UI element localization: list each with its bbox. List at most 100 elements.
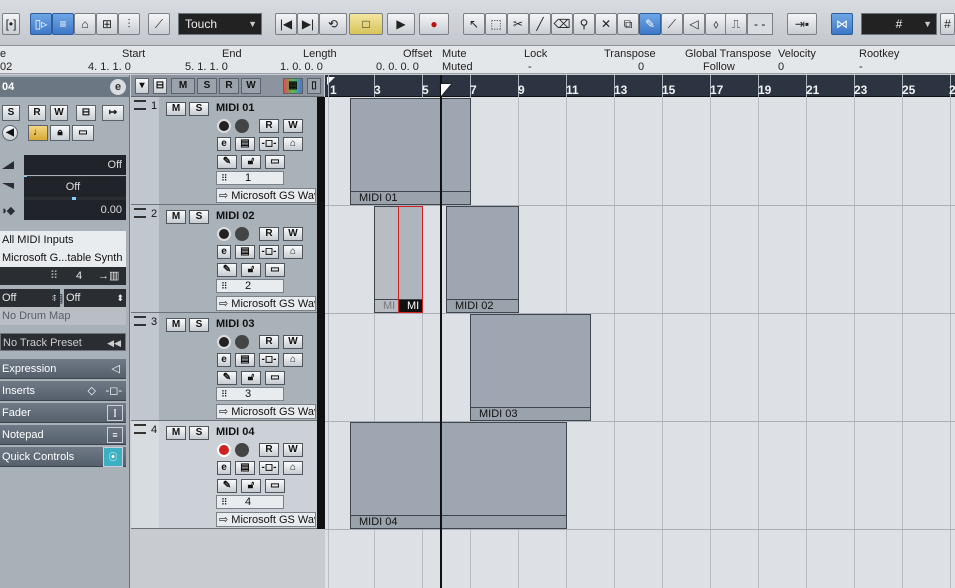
info-mute-value[interactable]: Muted <box>442 61 473 73</box>
track-list-options-icon[interactable]: ▯ <box>307 78 321 94</box>
zoom-tool-icon[interactable]: ⚲ <box>573 13 595 35</box>
monitor-icon[interactable] <box>235 335 249 349</box>
midi-channel-field[interactable]: ⠿ 3 <box>216 387 284 401</box>
monitor-icon[interactable] <box>235 227 249 241</box>
quantize-dropdown[interactable]: - - <box>747 13 773 35</box>
lock-icon[interactable]: 🔓︎ <box>241 371 261 385</box>
section-notepad[interactable]: Notepad ≡ <box>0 425 126 445</box>
info-global-transpose-value[interactable]: Follow <box>703 61 735 73</box>
edit-channel-icon[interactable]: e <box>217 353 231 367</box>
midi-channel-field[interactable]: ⠿ 4 <box>216 495 284 509</box>
read-button[interactable]: R <box>259 227 279 241</box>
ruler[interactable]: 1 3 5 7 9 11 13 15 17 19 21 23 25 2 <box>325 75 955 97</box>
mute-tool-icon[interactable]: ✕ <box>595 13 617 35</box>
show-overview-button[interactable]: ⌂ <box>74 13 96 35</box>
edit-channel-icon[interactable]: e <box>217 461 231 475</box>
track-colors-icon[interactable]: ▦ <box>283 78 303 94</box>
edit-instrument-icon[interactable]: →▥ <box>98 267 119 285</box>
track-name[interactable]: MIDI 03 <box>216 318 255 330</box>
pan-value[interactable]: Off <box>24 177 126 197</box>
timebase-icon[interactable]: -◻- <box>259 353 279 367</box>
event-display[interactable]: MIDI 01 MI MI MIDI 02 MIDI 03 MIDI 04 <box>325 97 955 588</box>
section-fader[interactable]: Fader ⫿ <box>0 403 126 423</box>
erase-tool-icon[interactable]: ⌫ <box>551 13 573 35</box>
output-routing-field[interactable]: Microsoft G...table Synth <box>0 249 126 267</box>
track-name[interactable]: MIDI 02 <box>216 210 255 222</box>
read-button[interactable]: R <box>259 335 279 349</box>
track-list-empty-area[interactable] <box>131 529 325 588</box>
edit-channel-icon[interactable]: e <box>217 137 231 151</box>
track-name[interactable]: MIDI 04 <box>216 426 255 438</box>
track-row[interactable]: 3 M S MIDI 03 R W e ▤ -◻- ⌂ ✎ 🔓︎ ▭ ⠿ 3 ⇨… <box>131 313 317 421</box>
track-row[interactable]: 2 M S MIDI 02 R W e ▤ -◻- ⌂ ✎ 🔓︎ ▭ ⠿ 2 ⇨… <box>131 205 317 313</box>
drum-map-field[interactable]: No Drum Map <box>0 307 126 325</box>
read-automation-button[interactable]: R <box>28 105 46 121</box>
midi-part-muted[interactable]: MI <box>374 206 399 313</box>
lane-icon[interactable]: ▤ <box>235 137 255 151</box>
midi-channel-field[interactable]: ⠿ 1 <box>216 171 284 185</box>
info-rootkey-value[interactable]: - <box>859 61 863 73</box>
write-button[interactable]: W <box>283 443 303 457</box>
lane-display-icon[interactable]: ▭ <box>265 155 285 169</box>
mute-button[interactable]: M <box>166 102 186 116</box>
read-button[interactable]: R <box>259 119 279 133</box>
midi-output-field[interactable]: ⇨ Microsoft GS Wavetable Synth <box>216 188 316 203</box>
midi-part[interactable]: MIDI 02 <box>446 206 519 313</box>
play-button[interactable]: ▶ <box>387 13 415 35</box>
timebase-icon[interactable]: -◻- <box>259 137 279 151</box>
monitor-icon[interactable] <box>235 443 249 457</box>
freeze-button[interactable]: ↦ <box>102 105 124 121</box>
info-velocity-value[interactable]: 0 <box>778 61 784 73</box>
info-lock-value[interactable]: - <box>528 61 532 73</box>
lane-display-icon[interactable]: ▭ <box>265 479 285 493</box>
monitor-icon[interactable] <box>235 119 249 133</box>
mute-button[interactable]: M <box>166 426 186 440</box>
info-name-value[interactable]: 02 <box>0 61 12 73</box>
lock-icon[interactable]: 🔓︎ <box>241 479 261 493</box>
input-routing-field[interactable]: All MIDI Inputs <box>0 231 126 249</box>
write-automation-button[interactable]: W <box>50 105 68 121</box>
automation-mode-icon[interactable]: ⟋ <box>148 13 170 35</box>
midi-part-selected[interactable]: MI <box>398 206 423 313</box>
split-tool-icon[interactable]: ✂ <box>507 13 529 35</box>
insert-icon[interactable]: ⌂ <box>283 461 303 475</box>
track-handle-icon[interactable] <box>134 208 146 218</box>
insert-bypass-button[interactable]: ⊟ <box>76 105 96 121</box>
info-end-value[interactable]: 5. 1. 1. 0 <box>185 61 228 73</box>
info-length-value[interactable]: 1. 0. 0. 0 <box>280 61 323 73</box>
cycle-button[interactable]: ⟲ <box>319 13 347 35</box>
read-button[interactable]: R <box>259 443 279 457</box>
edit-channel-settings-icon[interactable]: e <box>110 79 126 95</box>
volume-value[interactable]: Off <box>24 155 126 175</box>
mute-button[interactable]: M <box>166 210 186 224</box>
solo-button[interactable]: S <box>189 318 209 332</box>
solo-button[interactable]: S <box>189 426 209 440</box>
midi-channel-field[interactable]: ⠿ 4 →▥ <box>0 267 126 285</box>
write-button[interactable]: W <box>283 227 303 241</box>
track-preset-field[interactable]: No Track Preset ◀◀ <box>0 333 126 351</box>
line-tool-icon[interactable]: ⟋ <box>661 13 683 35</box>
go-to-next-marker-button[interactable]: ▶| <box>297 13 319 35</box>
insert-icon[interactable]: ⌂ <box>283 245 303 259</box>
midi-part[interactable]: MIDI 04 <box>350 422 567 529</box>
midi-output-field[interactable]: ⇨ Microsoft GS Wavetable Synth <box>216 296 316 311</box>
track-handle-icon[interactable] <box>134 100 146 110</box>
info-start-value[interactable]: 4. 1. 1. 0 <box>88 61 131 73</box>
snap-mode-icon[interactable]: ⇥▪ <box>787 13 817 35</box>
show-pool-button[interactable]: ⊞ <box>96 13 118 35</box>
section-expression[interactable]: Expression ◁ <box>0 359 126 379</box>
lane-display-icon[interactable]: ▭ <box>265 371 285 385</box>
section-inserts[interactable]: Inserts ◇ -◻- <box>0 381 126 401</box>
lane-icon[interactable]: ▤ <box>235 245 255 259</box>
lane-icon[interactable]: ▤ <box>235 353 255 367</box>
solo-button[interactable]: S <box>2 105 20 121</box>
mute-button[interactable]: M <box>166 318 186 332</box>
delay-value[interactable]: 0.00 <box>24 200 126 220</box>
midi-channel-field[interactable]: ⠿ 2 <box>216 279 284 293</box>
grid-type-dropdown[interactable]: # ▼ <box>861 13 937 35</box>
record-enable-icon[interactable] <box>217 119 231 133</box>
draw-icon[interactable]: ✎ <box>217 479 237 493</box>
write-button[interactable]: W <box>283 119 303 133</box>
draw-icon[interactable]: ✎ <box>217 371 237 385</box>
global-write-icon[interactable]: W <box>241 78 261 94</box>
